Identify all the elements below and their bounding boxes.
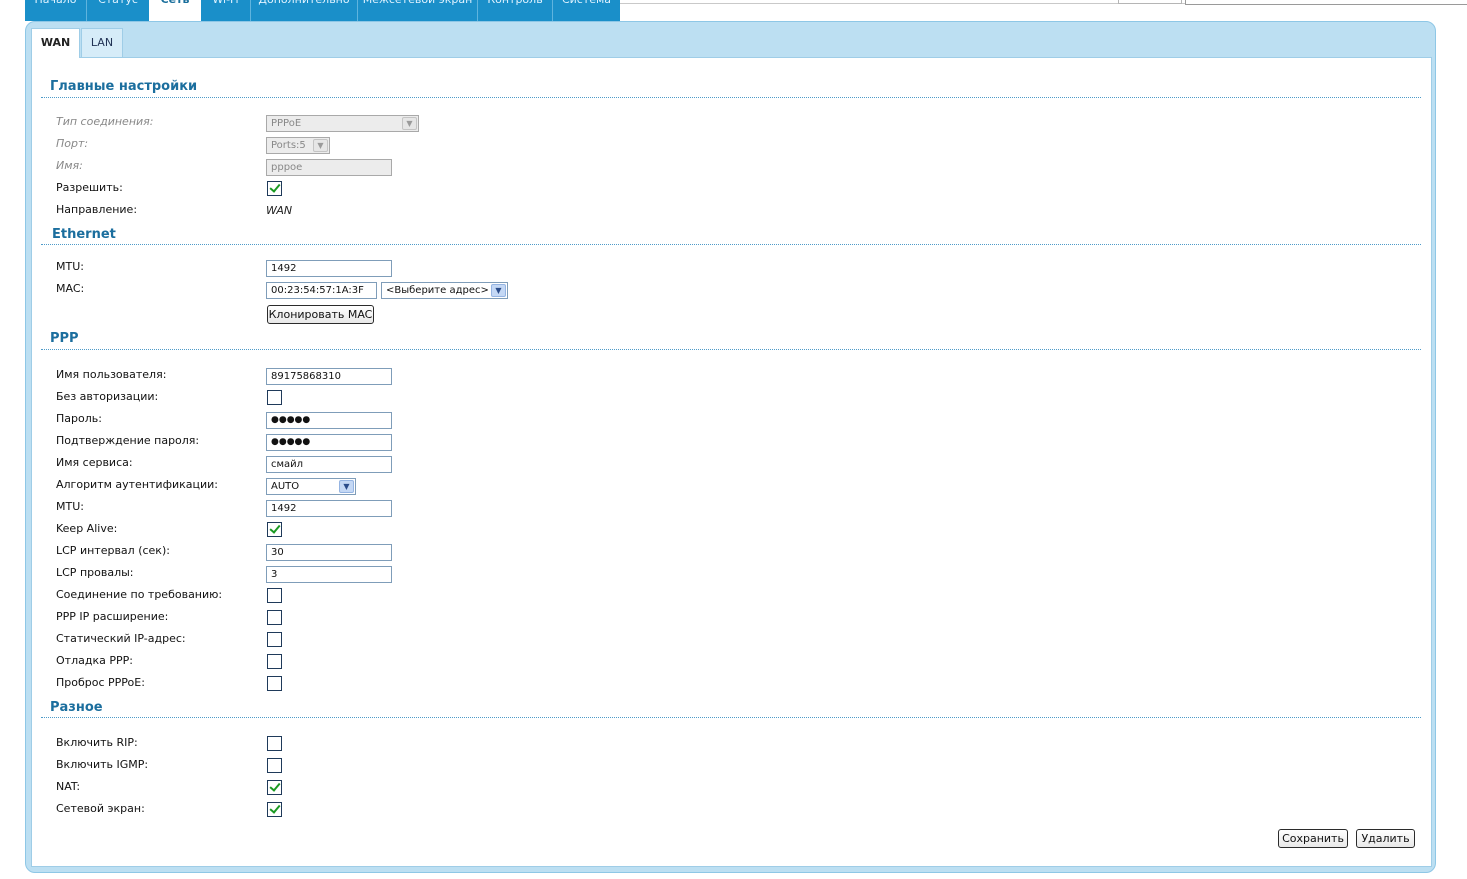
confirm-password-input[interactable]: ●●●●●	[266, 434, 392, 451]
pppoe-passthrough-checkbox[interactable]	[267, 676, 282, 691]
enable-label: Разрешить:	[56, 181, 123, 194]
port-label: Порт:	[56, 137, 89, 150]
lcp-failures-label: LCP провалы:	[56, 566, 134, 579]
username-label: Имя пользователя:	[56, 368, 167, 381]
browser-toolbar-field	[1185, 0, 1467, 5]
noauth-checkbox[interactable]	[267, 390, 282, 405]
enable-checkbox[interactable]	[267, 181, 282, 196]
clone-mac-button[interactable]: Клонировать MAC	[267, 305, 374, 324]
pppoe-passthrough-label: Проброс PPPoE:	[56, 676, 145, 689]
lcp-interval-label: LCP интервал (сек):	[56, 544, 170, 557]
conn-type-label: Тип соединения:	[56, 115, 154, 128]
nav-firewall[interactable]: Межсетевой экран	[358, 0, 477, 15]
password-input[interactable]: ●●●●●	[266, 412, 392, 429]
confirm-password-label: Подтверждение пароля:	[56, 434, 200, 447]
auth-algorithm-value: AUTO	[271, 481, 300, 492]
save-button[interactable]: Сохранить	[1278, 829, 1348, 848]
name-field: pppoe	[266, 159, 392, 176]
section-divider	[41, 244, 1421, 245]
top-navigation-bar: Начало Статус Сеть Wi-Fi Дополнительно М…	[25, 0, 620, 21]
ppp-ip-extension-label: PPP IP расширение:	[56, 610, 169, 623]
name-label: Имя:	[56, 159, 83, 172]
static-ip-label: Статический IP-адрес:	[56, 632, 186, 645]
port-select: Ports:5 ▼	[266, 137, 330, 154]
section-divider	[41, 717, 1421, 718]
section-title-main: Главные настройки	[50, 79, 198, 94]
port-value: Ports:5	[271, 140, 306, 151]
mac-address-select[interactable]: <Выберите адрес> ▼	[381, 282, 508, 299]
ppp-debug-label: Отладка PPP:	[56, 654, 133, 667]
keepalive-label: Keep Alive:	[56, 522, 118, 535]
lcp-failures-input[interactable]: 3	[266, 566, 392, 583]
service-name-input[interactable]: смайл	[266, 456, 392, 473]
chevron-down-icon: ▼	[402, 117, 417, 130]
tab-wan[interactable]: WAN	[31, 28, 80, 58]
section-divider	[41, 97, 1421, 98]
static-ip-checkbox[interactable]	[267, 632, 282, 647]
mac-input[interactable]: 00:23:54:57:1A:3F	[266, 282, 377, 299]
section-title-misc: Разное	[50, 700, 103, 715]
nat-label: NAT:	[56, 780, 81, 793]
nav-control[interactable]: Контроль	[478, 0, 552, 15]
chevron-down-icon: ▼	[339, 480, 354, 493]
nav-network[interactable]: Сеть	[149, 0, 201, 21]
conn-type-value: PPPoE	[271, 118, 302, 129]
mac-select-value: <Выберите адрес>	[386, 285, 489, 296]
mac-label: MAC:	[56, 282, 85, 295]
ppp-debug-checkbox[interactable]	[267, 654, 282, 669]
rip-checkbox[interactable]	[267, 736, 282, 751]
nav-wifi[interactable]: Wi-Fi	[201, 0, 250, 15]
ppp-mtu-input[interactable]: 1492	[266, 500, 392, 517]
rip-label: Включить RIP:	[56, 736, 138, 749]
nav-advanced[interactable]: Дополнительно	[251, 0, 357, 15]
ppp-mtu-label: MTU:	[56, 500, 84, 513]
nav-system[interactable]: Система	[553, 0, 620, 15]
igmp-label: Включить IGMP:	[56, 758, 149, 771]
nat-checkbox[interactable]	[267, 780, 282, 795]
section-divider	[41, 349, 1421, 350]
on-demand-checkbox[interactable]	[267, 588, 282, 603]
service-name-label: Имя сервиса:	[56, 456, 133, 469]
conn-type-select: PPPoE ▼	[266, 115, 419, 132]
section-title-ethernet: Ethernet	[52, 227, 116, 242]
direction-label: Направление:	[56, 203, 138, 216]
eth-mtu-label: MTU:	[56, 260, 84, 273]
section-title-ppp: PPP	[50, 331, 79, 346]
ppp-ip-extension-checkbox[interactable]	[267, 610, 282, 625]
direction-value: WAN	[266, 204, 293, 217]
keepalive-checkbox[interactable]	[267, 522, 282, 537]
chevron-down-icon: ▼	[491, 284, 506, 297]
wan-settings-content	[31, 57, 1432, 867]
igmp-checkbox[interactable]	[267, 758, 282, 773]
auth-algorithm-label: Алгоритм аутентификации:	[56, 478, 219, 491]
tab-lan[interactable]: LAN	[81, 28, 123, 58]
password-label: Пароль:	[56, 412, 102, 425]
nav-home[interactable]: Начало	[25, 0, 86, 15]
noauth-label: Без авторизации:	[56, 390, 159, 403]
delete-button[interactable]: Удалить	[1356, 829, 1415, 848]
firewall-checkbox[interactable]	[267, 802, 282, 817]
browser-toolbar-field	[1118, 0, 1182, 4]
on-demand-label: Соединение по требованию:	[56, 588, 223, 601]
username-input[interactable]: 89175868310	[266, 368, 392, 385]
auth-algorithm-select[interactable]: AUTO ▼	[266, 478, 356, 495]
lcp-interval-input[interactable]: 30	[266, 544, 392, 561]
firewall-label: Сетевой экран:	[56, 802, 145, 815]
chevron-down-icon: ▼	[313, 139, 328, 152]
eth-mtu-input[interactable]: 1492	[266, 260, 392, 277]
nav-status[interactable]: Статус	[87, 0, 149, 15]
